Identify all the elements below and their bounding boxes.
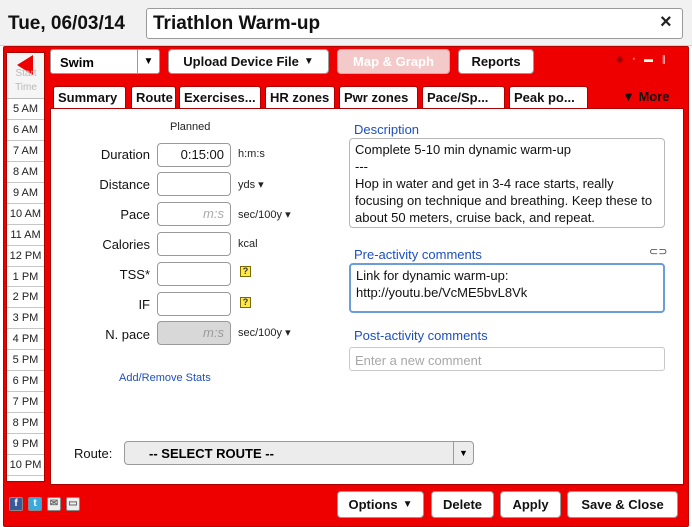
normalized-pace-label: N. pace xyxy=(105,327,150,342)
time-slot[interactable]: 2 PM xyxy=(7,287,44,309)
calories-label: Calories xyxy=(102,237,150,252)
post-activity-heading: Post-activity comments xyxy=(354,328,488,343)
pre-activity-textarea[interactable]: Link for dynamic warm-up: http://youtu.b… xyxy=(349,263,665,313)
paperclip-icon[interactable]: ∥ xyxy=(662,54,667,64)
time-slot[interactable]: 11 AM xyxy=(7,225,44,246)
start-time-header: Start Time xyxy=(7,53,44,99)
calories-input[interactable] xyxy=(157,232,231,256)
workout-date: Tue, 06/03/14 xyxy=(8,13,125,34)
time-slot[interactable]: 12 PM xyxy=(7,246,44,267)
close-icon[interactable]: × xyxy=(660,9,672,35)
facebook-icon[interactable]: f xyxy=(9,497,23,511)
more-tabs-button[interactable]: ▼ More xyxy=(622,89,670,104)
twitter-icon[interactable]: t xyxy=(28,497,42,511)
upload-device-file-button[interactable]: Upload Device File ▼ xyxy=(168,49,329,74)
time-slot[interactable]: 9 PM xyxy=(7,434,44,455)
tss-input[interactable] xyxy=(157,262,231,286)
tab-pwr-zones[interactable]: Pwr zones xyxy=(339,86,418,108)
help-icon[interactable]: ? xyxy=(240,266,251,277)
duration-label: Duration xyxy=(100,147,150,162)
tss-label: TSS* xyxy=(119,267,150,282)
options-label: Options xyxy=(348,497,398,512)
time-slot[interactable]: 9 AM xyxy=(7,183,44,204)
pace-unit-select[interactable]: sec/100y ▾ xyxy=(238,208,291,221)
tab-hr-zones[interactable]: HR zones xyxy=(265,86,335,108)
upload-label: Upload Device File xyxy=(183,54,299,69)
start-time-label: Start Time xyxy=(15,68,37,93)
route-select-value: -- SELECT ROUTE -- xyxy=(149,446,274,461)
time-slot[interactable]: 7 AM xyxy=(7,141,44,162)
time-slot[interactable]: 7 PM xyxy=(7,392,44,414)
eye-icon[interactable]: ◉ xyxy=(616,54,624,64)
chevron-down-icon: ▼ xyxy=(402,499,413,510)
link-icon[interactable]: ⊂⊃ xyxy=(649,245,667,258)
time-slot[interactable]: 8 PM xyxy=(7,413,44,434)
pace-input[interactable]: m:s xyxy=(157,202,231,226)
pace-label: Pace xyxy=(120,207,150,222)
time-slot[interactable]: 10 PM xyxy=(7,455,44,476)
header: Tue, 06/03/14 Triathlon Warm-up × xyxy=(0,0,692,46)
distance-input[interactable] xyxy=(157,172,231,196)
distance-unit-select[interactable]: yds ▾ xyxy=(238,178,264,191)
email-icon[interactable]: ✉ xyxy=(47,497,61,511)
start-time-column: Start Time 5 AM 6 AM 7 AM 8 AM 9 AM 10 A… xyxy=(6,52,45,482)
apply-button[interactable]: Apply xyxy=(500,491,561,518)
normalized-pace-unit-select[interactable]: sec/100y ▾ xyxy=(238,326,291,339)
tab-summary[interactable]: Summary xyxy=(53,86,126,109)
description-heading: Description xyxy=(354,122,420,137)
time-slot[interactable]: 6 PM xyxy=(7,371,44,393)
chevron-down-icon: ▼ xyxy=(453,442,473,464)
tab-route[interactable]: Route xyxy=(131,86,176,108)
workout-title-input[interactable]: Triathlon Warm-up xyxy=(146,8,683,39)
calories-unit: kcal xyxy=(238,238,258,250)
description-textarea[interactable]: Complete 5-10 min dynamic warm-up --- Ho… xyxy=(349,138,665,228)
time-slot[interactable]: 8 AM xyxy=(7,162,44,183)
time-slot[interactable]: 5 PM xyxy=(7,350,44,372)
tab-pace-speed[interactable]: Pace/Sp... xyxy=(422,86,505,108)
chevron-down-icon: ▼ xyxy=(303,56,314,67)
save-close-button[interactable]: Save & Close xyxy=(567,491,678,518)
time-slot[interactable]: 6 AM xyxy=(7,120,44,141)
tab-exercises[interactable]: Exercises... xyxy=(179,86,261,108)
map-graph-button[interactable]: Map & Graph xyxy=(337,49,450,74)
duration-input[interactable]: 0:15:00 xyxy=(157,143,231,167)
sport-select-value: Swim xyxy=(60,55,94,70)
print-icon[interactable]: ▭ xyxy=(66,497,80,511)
duration-unit: h:m:s xyxy=(238,148,265,160)
time-slot[interactable]: 1 PM xyxy=(7,267,44,288)
pre-activity-heading: Pre-activity comments xyxy=(354,247,482,262)
if-label: IF xyxy=(138,297,150,312)
help-icon[interactable]: ? xyxy=(240,297,251,308)
time-slot[interactable]: 5 AM xyxy=(7,99,44,120)
distance-label: Distance xyxy=(99,177,150,192)
sport-select[interactable]: Swim ▼ xyxy=(50,49,160,74)
time-slot[interactable]: 3 PM xyxy=(7,308,44,330)
time-slot[interactable]: 10 AM xyxy=(7,204,44,225)
flag-icon[interactable]: ▬ xyxy=(644,54,653,64)
if-input[interactable] xyxy=(157,292,231,316)
add-remove-stats-link[interactable]: Add/Remove Stats xyxy=(119,372,211,384)
toolbar-small-icons: ◉ • ▬ ∥ xyxy=(616,54,666,65)
delete-button[interactable]: Delete xyxy=(431,491,494,518)
time-slot[interactable]: 4 PM xyxy=(7,329,44,351)
options-button[interactable]: Options ▼ xyxy=(337,491,424,518)
route-select[interactable]: -- SELECT ROUTE -- ▼ xyxy=(124,441,474,465)
dot-icon: • xyxy=(632,54,636,64)
normalized-pace-input: m:s xyxy=(157,321,231,345)
route-label: Route: xyxy=(74,446,113,461)
reports-button[interactable]: Reports xyxy=(458,49,534,74)
post-activity-comment-input[interactable] xyxy=(349,347,665,371)
chevron-down-icon: ▼ xyxy=(137,50,159,73)
planned-header: Planned xyxy=(170,121,211,133)
tab-peak-power[interactable]: Peak po... xyxy=(509,86,588,108)
